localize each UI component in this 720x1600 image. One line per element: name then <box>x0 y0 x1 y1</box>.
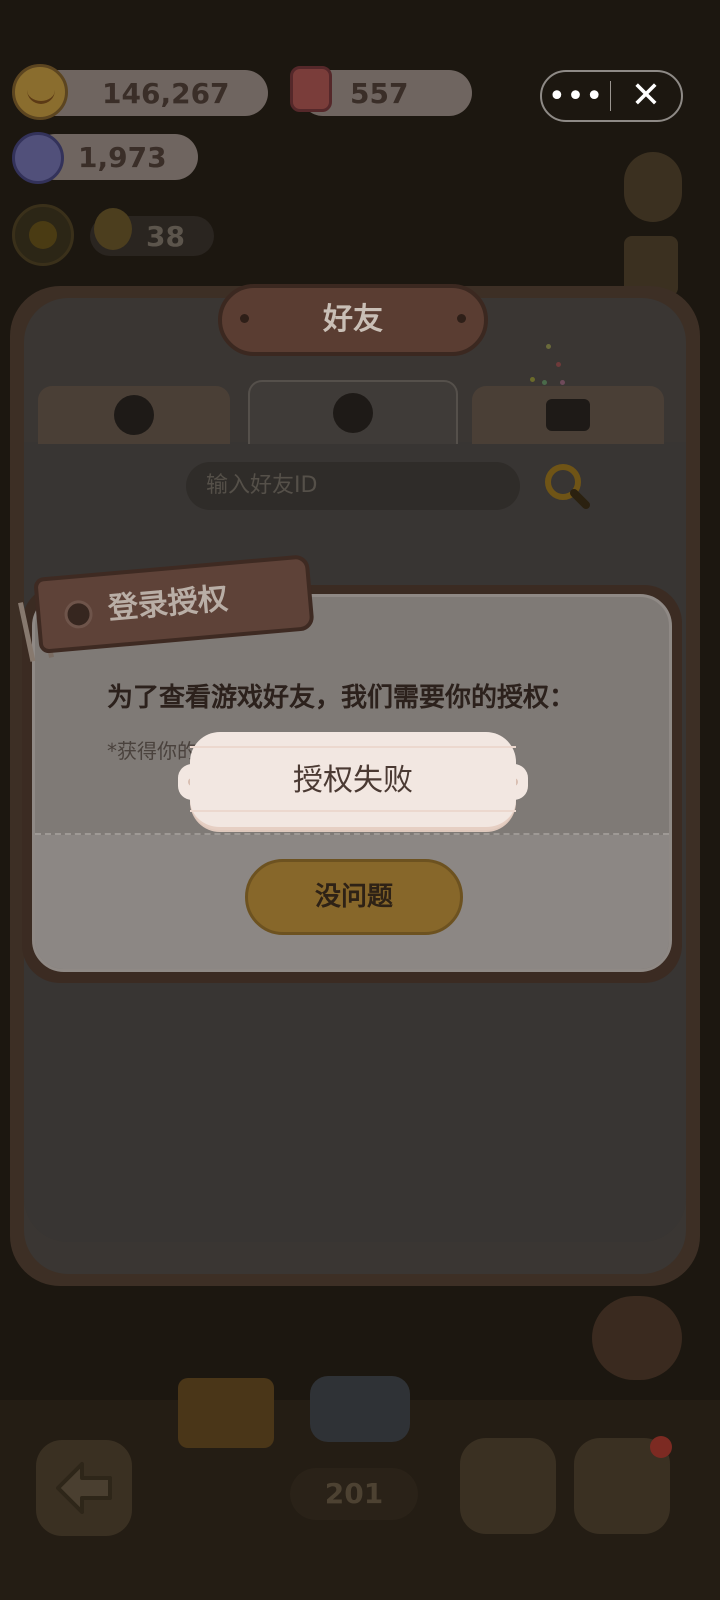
plate-rivet-right <box>457 314 466 323</box>
plate-rivet-left <box>240 314 249 323</box>
card-stack-icon <box>178 1378 274 1448</box>
character-head-icon <box>94 208 132 250</box>
jam-jar-icon <box>290 66 332 112</box>
friends-icon <box>114 395 154 435</box>
add-friend-icon <box>333 393 373 433</box>
tab-friends[interactable] <box>38 386 230 444</box>
back-arrow-icon <box>56 1462 112 1514</box>
sparkle-dot <box>560 380 565 385</box>
friends-panel-title: 好友 <box>218 284 488 356</box>
auth-title-text: 登录授权 <box>106 581 230 627</box>
sparkle-dot <box>542 380 547 385</box>
tab-bag[interactable] <box>472 386 664 444</box>
toast: 授权失败 <box>190 732 516 830</box>
page-counter: 201 <box>290 1468 418 1520</box>
auth-sub-message: *获得你的 <box>107 739 197 763</box>
auth-message: 为了查看游戏好友，我们需要你的授权： <box>107 683 576 713</box>
toast-message: 授权失败 <box>293 763 413 798</box>
close-button[interactable]: ✕ <box>611 78 681 114</box>
ok-button[interactable]: 没问题 <box>245 859 463 935</box>
level-bar[interactable]: 38 <box>90 208 214 256</box>
character-portrait-button[interactable] <box>592 1296 682 1380</box>
sparkle-dot <box>546 344 551 349</box>
friends-title-text: 好友 <box>323 302 383 337</box>
notification-badge <box>650 1436 672 1458</box>
bag-icon <box>546 399 590 431</box>
tab-add-friend[interactable] <box>248 380 458 444</box>
sun-level-icon[interactable] <box>12 204 74 266</box>
mini-program-capsule: ••• ✕ <box>540 70 683 122</box>
cookie-coin-icon <box>12 64 68 120</box>
cards-button[interactable] <box>460 1438 556 1534</box>
back-button[interactable] <box>36 1440 132 1536</box>
more-options-button[interactable]: ••• <box>542 79 610 114</box>
dialog-divider <box>35 833 669 835</box>
camera-icon <box>310 1376 410 1442</box>
candy-icon <box>12 132 64 184</box>
level-value: 38 <box>146 220 185 253</box>
friend-id-input[interactable]: 输入好友ID <box>186 462 520 510</box>
tag-hole <box>63 599 94 630</box>
search-icon[interactable] <box>543 462 590 509</box>
sparkle-dot <box>556 362 561 367</box>
settings-gear-button[interactable] <box>624 152 682 222</box>
sparkle-dot <box>530 377 535 382</box>
